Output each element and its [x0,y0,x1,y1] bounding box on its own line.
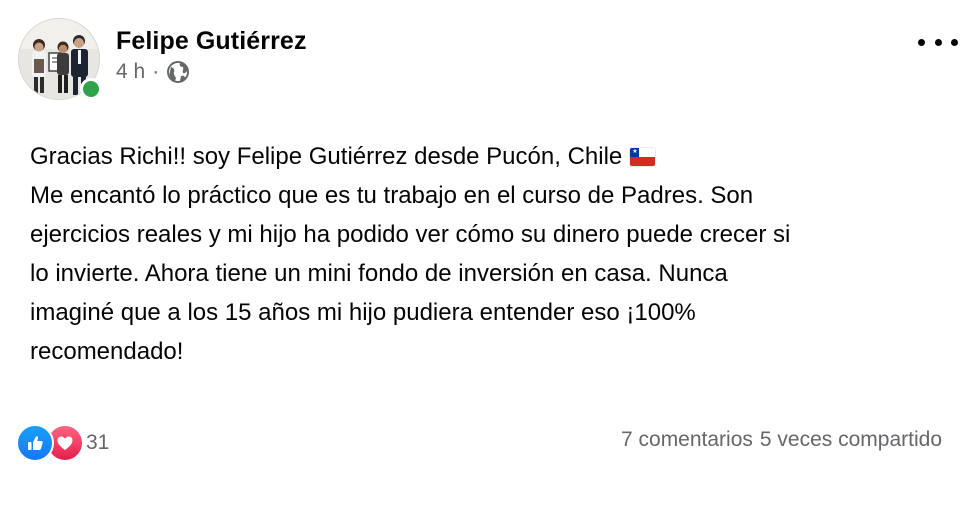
online-status-dot [80,78,102,100]
post-text-line: Me encantó lo práctico que es tu trabajo… [30,182,754,209]
reaction-count: 31 [86,431,110,454]
post-text-line: recomendado! [30,338,184,365]
reactions-summary[interactable]: 31 [16,424,109,462]
engagement-stats: 7 comentarios 5 veces compartido [621,428,942,452]
post-text-line: lo invierte. Ahora tiene un mini fondo d… [30,260,728,287]
more-dot [934,38,942,46]
author-name[interactable]: Felipe Gutiérrez [116,27,307,56]
comments-count-link[interactable]: 7 comentarios [621,428,753,452]
post-text-line: ejercicios reales y mi hijo ha podido ve… [30,221,791,248]
meta-separator: · [152,60,160,83]
profile-avatar[interactable] [18,18,102,100]
stats-gap [753,428,760,452]
shares-count-link[interactable]: 5 veces compartido [760,428,942,452]
like-icon [16,424,54,462]
post-timestamp[interactable]: 4 h [116,60,145,84]
post-text-line-content: Gracias Richi!! soy Felipe Gutiérrez des… [30,143,623,170]
more-options-icon[interactable] [918,32,958,52]
facebook-post: Felipe Gutiérrez 4 h · Gracias Richi!! s… [0,0,964,506]
post-text: Gracias Richi!! soy Felipe Gutiérrez des… [30,137,940,371]
post-text-line: imaginé que a los 15 años mi hijo pudier… [30,299,696,326]
globe-icon[interactable] [166,60,190,84]
post-meta: 4 h · [116,60,190,84]
chile-flag-icon: ★ [630,148,656,166]
post-text-line: Gracias Richi!! soy Felipe Gutiérrez des… [30,137,940,176]
more-dot [918,38,925,46]
more-dot [951,38,958,46]
